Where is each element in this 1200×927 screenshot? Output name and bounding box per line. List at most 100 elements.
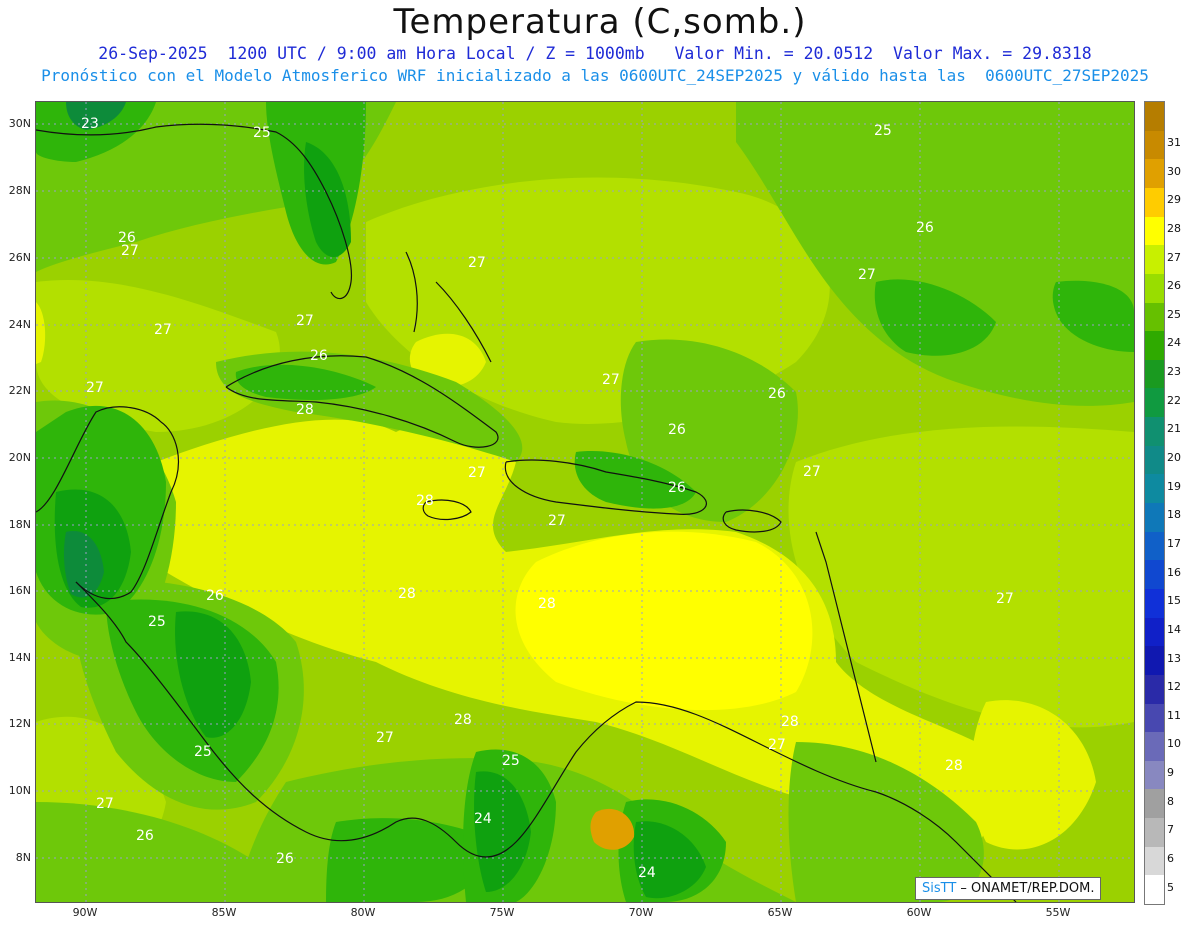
colorbar-tick-label: 27 <box>1167 250 1181 264</box>
credit-box: SisTT – ONAMET/REP.DOM. <box>915 877 1102 900</box>
contour-label: 27 <box>803 464 821 480</box>
colorbar-segment <box>1145 273 1164 303</box>
contour-label: 28 <box>296 402 314 418</box>
colorbar-tick-label: 17 <box>1167 536 1181 550</box>
contour-label: 26 <box>276 851 294 867</box>
colorbar-segment <box>1145 646 1164 676</box>
colorbar-tick-label: 18 <box>1167 508 1181 522</box>
colorbar-tick-label: 31 <box>1167 135 1181 149</box>
contour-label: 26 <box>768 386 786 402</box>
colorbar-segment <box>1145 789 1164 819</box>
contour-label: 28 <box>538 596 556 612</box>
colorbar-segment <box>1145 102 1164 131</box>
colorbar-tick-label: 10 <box>1167 737 1181 751</box>
colorbar-tick-label: 7 <box>1167 823 1174 837</box>
colorbar-segment <box>1145 245 1164 275</box>
contour-label: 27 <box>296 313 314 329</box>
contour-label: 27 <box>996 591 1014 607</box>
colorbar-segment <box>1145 331 1164 361</box>
colorbar-segment <box>1145 531 1164 561</box>
credit-text: – ONAMET/REP.DOM. <box>956 881 1095 896</box>
contour-label: 28 <box>781 714 799 730</box>
lon-label: 55W <box>1045 906 1071 919</box>
colorbar-segment <box>1145 474 1164 504</box>
colorbar-tick-label: 19 <box>1167 479 1181 493</box>
field-28-bright <box>515 531 813 711</box>
contour-label: 25 <box>874 123 892 139</box>
colorbar-segment <box>1145 875 1164 905</box>
contour-label: 27 <box>376 730 394 746</box>
colorbar-tick-label: 13 <box>1167 651 1181 665</box>
colorbar-tick-label: 22 <box>1167 393 1181 407</box>
contour-label: 26 <box>916 220 934 236</box>
contour-label: 27 <box>858 267 876 283</box>
lat-label: 20N <box>8 451 31 464</box>
colorbar-segment <box>1145 159 1164 189</box>
sistt-logo: SisTT <box>922 881 957 896</box>
lon-label: 75W <box>489 906 515 919</box>
lon-label: 80W <box>350 906 376 919</box>
lat-label: 8N <box>15 851 31 864</box>
lat-label: 28N <box>8 184 31 197</box>
temperature-colorbar <box>1144 101 1165 905</box>
contour-label: 24 <box>474 811 492 827</box>
lat-label: 18N <box>8 518 31 531</box>
temperature-map: 23 25 25 26 27 27 27 27 26 28 27 28 27 2… <box>35 101 1135 903</box>
contour-label: 25 <box>253 125 271 141</box>
model-info-line: Pronóstico con el Modelo Atmosferico WRF… <box>41 66 1149 85</box>
colorbar-tick-label: 12 <box>1167 680 1181 694</box>
colorbar-tick-label: 29 <box>1167 193 1181 207</box>
lon-label: 60W <box>906 906 932 919</box>
colorbar-segment <box>1145 503 1164 533</box>
run-info-line: 26-Sep-2025 1200 UTC / 9:00 am Hora Loca… <box>98 44 1092 63</box>
colorbar-segment <box>1145 674 1164 704</box>
lat-label: 22N <box>8 384 31 397</box>
lat-label: 12N <box>8 717 31 730</box>
colorbar-tick-label: 5 <box>1167 880 1174 894</box>
contour-label: 27 <box>768 737 786 753</box>
contour-label: 26 <box>118 230 136 246</box>
contour-label: 27 <box>468 465 486 481</box>
map-title: Temperatura (C,somb.) <box>393 2 807 42</box>
colorbar-segment <box>1145 187 1164 218</box>
colorbar-tick-label: 30 <box>1167 164 1181 178</box>
colorbar-segment <box>1145 560 1164 590</box>
contour-label: 28 <box>416 493 434 509</box>
colorbar-segment <box>1145 445 1164 475</box>
colorbar-tick-label: 14 <box>1167 622 1181 636</box>
contour-label: 26 <box>136 828 154 844</box>
contour-label: 28 <box>945 758 963 774</box>
colorbar-segment <box>1145 617 1164 647</box>
colorbar-tick-label: 15 <box>1167 594 1181 608</box>
lon-label: 70W <box>628 906 654 919</box>
lon-label: 85W <box>211 906 237 919</box>
map-canvas: 23 25 25 26 27 27 27 27 26 28 27 28 27 2… <box>36 102 1134 902</box>
lat-label: 16N <box>8 584 31 597</box>
colorbar-tick-label: 21 <box>1167 422 1181 436</box>
contour-label: 27 <box>602 372 620 388</box>
lat-label: 14N <box>8 651 31 664</box>
contour-label: 26 <box>206 588 224 604</box>
colorbar-segment <box>1145 732 1164 762</box>
contour-label: 28 <box>398 586 416 602</box>
colorbar-segment <box>1145 417 1164 447</box>
contour-label: 25 <box>148 614 166 630</box>
colorbar-segment <box>1145 302 1164 332</box>
lat-label: 30N <box>8 117 31 130</box>
colorbar-tick-label: 9 <box>1167 766 1174 780</box>
colorbar-tick-label: 24 <box>1167 336 1181 350</box>
colorbar-segment <box>1145 388 1164 418</box>
contour-label: 24 <box>638 865 656 881</box>
contour-label: 26 <box>310 348 328 364</box>
contour-label: 26 <box>668 422 686 438</box>
colorbar-segment <box>1145 846 1164 876</box>
colorbar-tick-label: 20 <box>1167 451 1181 465</box>
contour-label: 26 <box>668 480 686 496</box>
lon-label: 65W <box>767 906 793 919</box>
contour-label: 28 <box>454 712 472 728</box>
contour-label: 27 <box>468 255 486 271</box>
colorbar-segment <box>1145 588 1164 619</box>
lat-label: 26N <box>8 251 31 264</box>
colorbar-segment <box>1145 216 1164 246</box>
colorbar-tick-label: 28 <box>1167 221 1181 235</box>
